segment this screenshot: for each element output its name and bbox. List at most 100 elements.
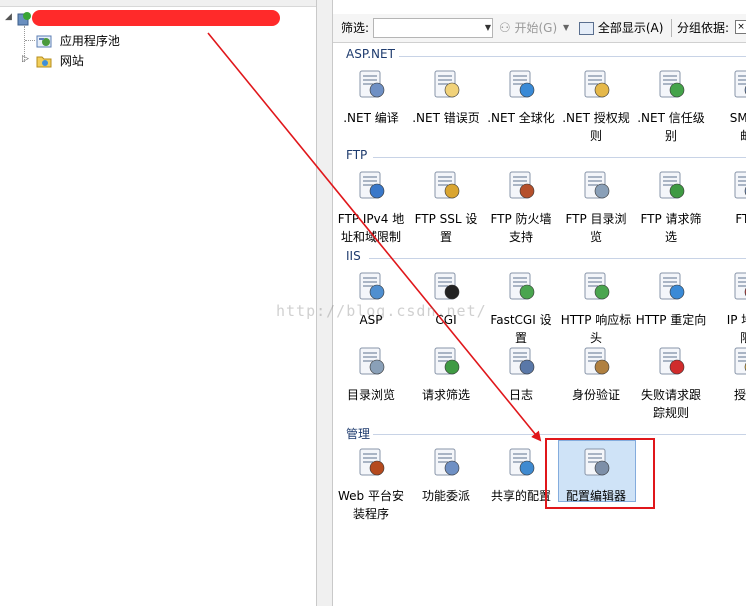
start-filter-label: 开始(G) [514, 21, 558, 35]
ftp-more-icon [734, 171, 746, 199]
http-response-headers-icon [584, 272, 610, 300]
section-divider [399, 56, 746, 57]
feature-tile[interactable]: SMTP 邮 [710, 68, 746, 145]
start-dropdown-icon[interactable]: ▼ [563, 14, 569, 42]
toolbar-divider [671, 19, 672, 37]
filter-toolbar: 筛选: ▼ ⚇ 开始(G) ▼ 全部显示(A) 分组依据: × [333, 0, 746, 43]
feature-tile[interactable]: HTTP 重定向 [635, 270, 707, 329]
tree-item-sites[interactable]: 网站 [36, 51, 84, 69]
feature-tile[interactable]: FTP [710, 169, 746, 228]
feature-tile-label: FastCGI 设 置 [490, 313, 552, 345]
feature-tile[interactable]: .NET 全球化 [485, 68, 557, 127]
feature-tile[interactable]: ASP [335, 270, 407, 329]
authorization-icon [734, 347, 746, 375]
filter-label: 筛选: [341, 21, 370, 35]
feature-tile[interactable]: FTP 目录浏 览 [560, 169, 632, 246]
watermark-text: http://blog.csdn.net/ [276, 302, 487, 320]
feature-tile-label: 功能委派 [421, 489, 470, 503]
logging-icon [509, 347, 535, 375]
feature-tile[interactable]: 日志 [485, 345, 557, 404]
annotation-highlight-box [545, 438, 655, 509]
connections-tree: ◢ 应用程序池 ▷ 网站 [0, 0, 317, 606]
feature-tile[interactable]: 请求筛选 [410, 345, 482, 404]
filter-input[interactable] [373, 18, 493, 38]
feature-tile[interactable]: 授权 [710, 345, 746, 404]
feature-tile-label: 日志 [508, 388, 533, 402]
feature-tile-label: Web 平台安 装程序 [338, 489, 404, 521]
feature-tile[interactable]: CGI [410, 270, 482, 329]
feature-tile-label: 请求筛选 [421, 388, 470, 402]
feature-tile[interactable]: FTP SSL 设 置 [410, 169, 482, 246]
asp-icon [359, 272, 385, 300]
feature-tile-label: 失败请求跟 踪规则 [640, 388, 701, 420]
feature-tile-label: FTP 目录浏 览 [565, 212, 627, 244]
feature-tile-label: FTP 请求筛 选 [640, 212, 702, 244]
cgi-icon [434, 272, 460, 300]
feature-tile-label: FTP 防火墙 支持 [490, 212, 552, 244]
feature-tile-label: .NET 信任级 别 [637, 111, 705, 143]
feature-tile[interactable]: HTTP 响应标 头 [560, 270, 632, 347]
start-filter-button[interactable]: ⚇ 开始(G) [499, 14, 557, 42]
feature-tile-label: SMTP 邮 [729, 111, 746, 143]
show-all-label: 全部显示(A) [597, 21, 664, 35]
smtp-email-icon [734, 70, 746, 98]
ftp-directory-browsing-icon [584, 171, 610, 199]
expand-arrow-icon[interactable]: ▷ [22, 54, 29, 64]
server-icon [17, 11, 31, 25]
group-by-dropdown[interactable]: × [735, 20, 746, 34]
feature-tile[interactable]: IP 地址 限 [710, 270, 746, 347]
feature-tile[interactable]: 功能委派 [410, 446, 482, 505]
feature-tile-label: HTTP 响应标 头 [560, 313, 632, 345]
show-all-button[interactable]: 全部显示(A) [579, 14, 663, 42]
section-title-ftp: FTP [346, 148, 368, 162]
http-redirect-icon [659, 272, 685, 300]
show-all-icon [579, 22, 594, 35]
net-authorization-icon [584, 70, 610, 98]
filter-dropdown-icon[interactable]: ▼ [483, 18, 493, 38]
feature-tile-label: IP 地址 限 [726, 313, 746, 345]
feature-tile-label: FTP [735, 212, 746, 226]
tree-item-label: 网站 [59, 53, 84, 68]
section-title-iis: IIS [346, 249, 361, 263]
ftp-request-filtering-icon [659, 171, 685, 199]
feature-tile-label: 授权 [733, 388, 746, 402]
feature-tile-label: .NET 授权规 则 [562, 111, 630, 143]
ftp-ssl-icon [434, 171, 460, 199]
ip-restrictions-icon [734, 272, 746, 300]
tree-item-app-pools[interactable]: 应用程序池 [36, 31, 120, 49]
ftp-firewall-icon [509, 171, 535, 199]
net-compile-icon [359, 70, 385, 98]
binoculars-icon: ⚇ [499, 21, 511, 36]
feature-tile-label: HTTP 重定向 [635, 313, 707, 327]
request-filtering-icon [434, 347, 460, 375]
feature-tile[interactable]: .NET 授权规 则 [560, 68, 632, 145]
app-pool-icon [36, 35, 52, 47]
fastcgi-icon [509, 272, 535, 300]
shared-configuration-icon [509, 448, 535, 476]
feature-tile[interactable]: 失败请求跟 踪规则 [635, 345, 707, 422]
feature-tile[interactable]: 身份验证 [560, 345, 632, 404]
feature-tile[interactable]: 目录浏览 [335, 345, 407, 404]
feature-tile-label: FTP SSL 设 置 [414, 212, 478, 244]
feature-tile[interactable]: Web 平台安 装程序 [335, 446, 407, 523]
feature-tile[interactable]: FastCGI 设 置 [485, 270, 557, 347]
collapse-arrow-icon[interactable]: ◢ [5, 12, 12, 22]
feature-tile[interactable]: FTP 防火墙 支持 [485, 169, 557, 246]
section-divider [373, 434, 746, 435]
feature-tile[interactable]: .NET 错误页 [410, 68, 482, 127]
feature-tile[interactable]: .NET 信任级 别 [635, 68, 707, 145]
feature-tile[interactable]: FTP 请求筛 选 [635, 169, 707, 246]
section-title-management: 管理 [346, 427, 371, 441]
feature-tile[interactable]: FTP IPv4 地 址和域限制 [335, 169, 407, 246]
group-by-label: 分组依据: [677, 21, 730, 35]
failed-request-tracing-icon [659, 347, 685, 375]
feature-tile[interactable]: .NET 编译 [335, 68, 407, 127]
redacted-server-name [32, 10, 280, 26]
tree-line [25, 40, 35, 41]
ftp-ipv4-restrictions-icon [359, 171, 385, 199]
authentication-icon [584, 347, 610, 375]
section-divider [369, 258, 746, 259]
feature-tile-label: .NET 全球化 [487, 111, 555, 125]
feature-tile-label: FTP IPv4 地 址和域限制 [337, 212, 405, 244]
server-node[interactable] [16, 9, 32, 27]
